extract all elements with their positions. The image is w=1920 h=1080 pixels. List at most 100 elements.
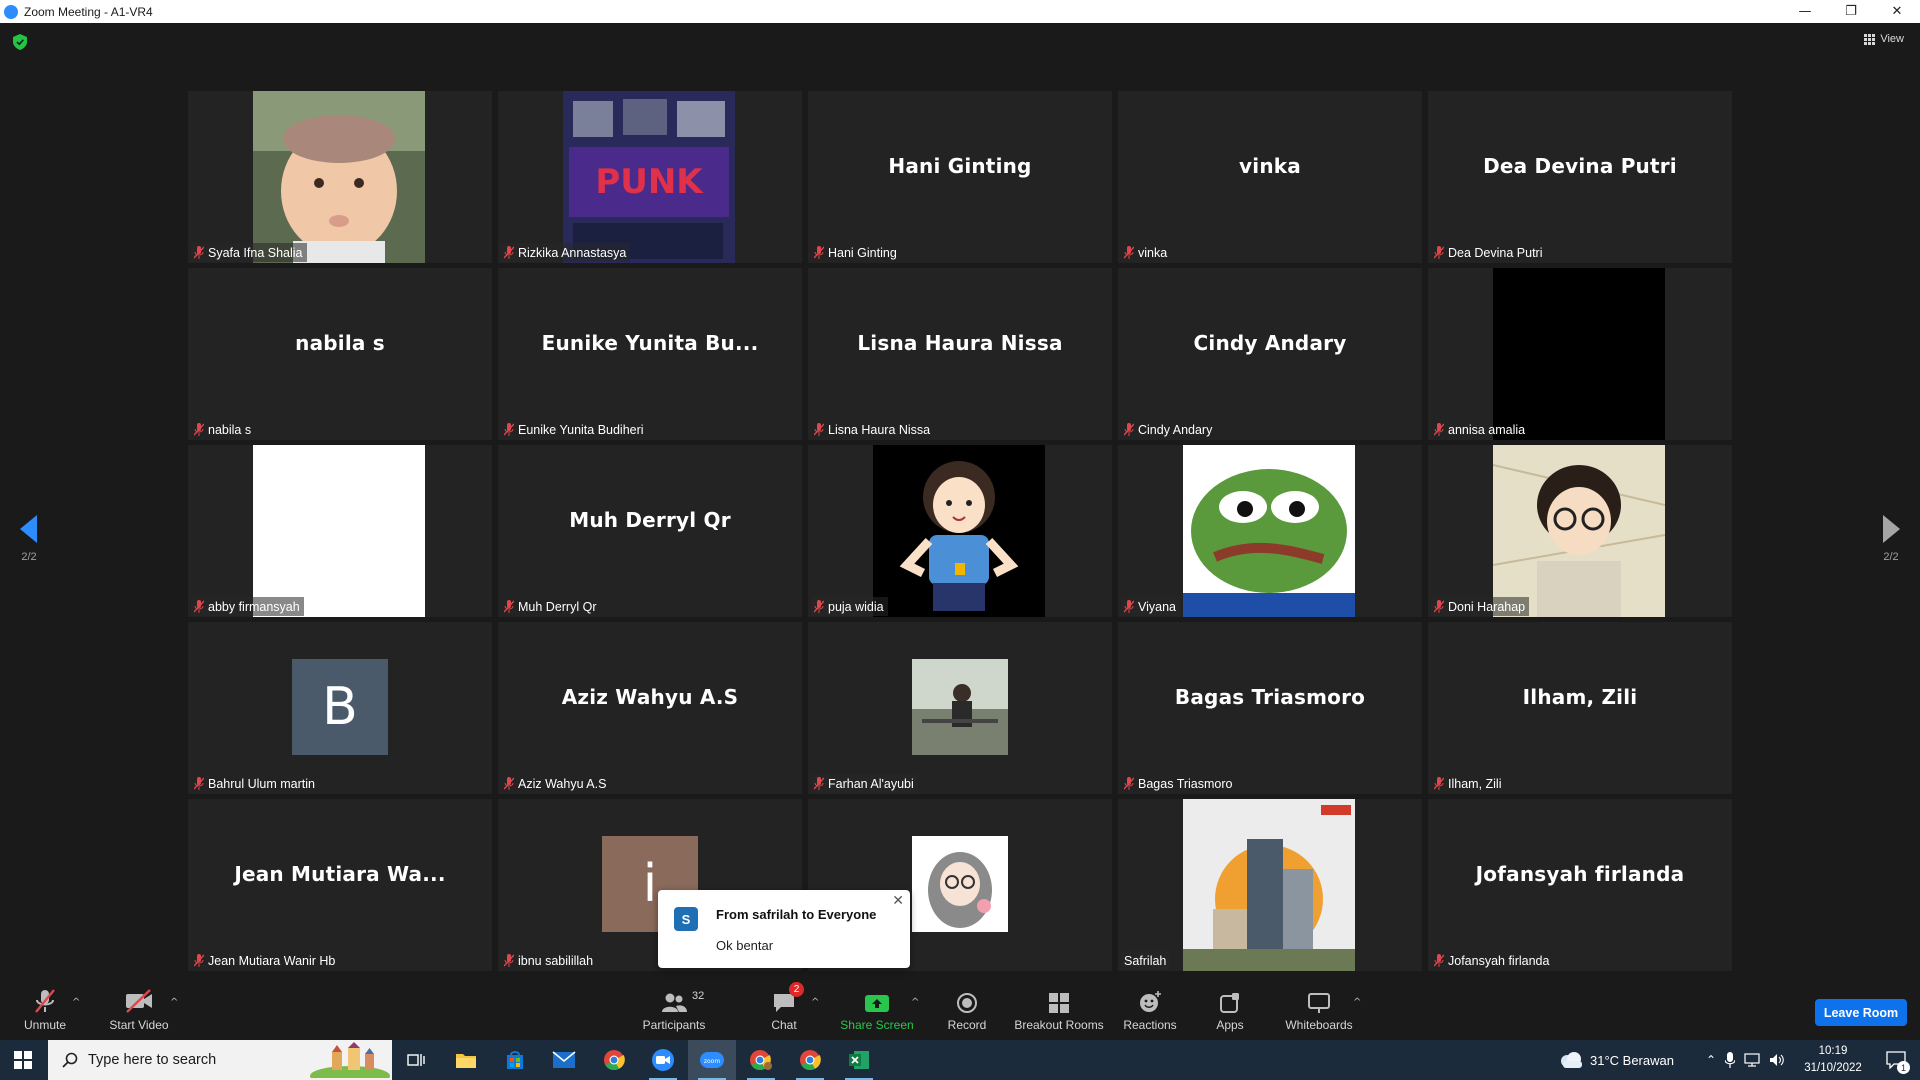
participant-tile[interactable]: Bagas Triasmoro Bagas Triasmoro <box>1118 622 1422 794</box>
task-view-button[interactable] <box>392 1040 440 1080</box>
taskbar-clock[interactable]: 10:19 31/10/2022 <box>1803 1043 1863 1077</box>
reactions-button[interactable]: Reactions <box>1121 980 1179 1040</box>
microphone-tray-icon[interactable] <box>1725 1052 1736 1068</box>
participant-tile[interactable]: Aziz Wahyu A.S Aziz Wahyu A.S <box>498 622 802 794</box>
chat-options-caret[interactable]: ^ <box>811 997 819 1008</box>
next-page-button[interactable]: 2/2 <box>1876 515 1906 563</box>
audio-options-caret[interactable]: ^ <box>72 997 80 1008</box>
minimize-button[interactable]: — <box>1782 0 1828 23</box>
participant-tile[interactable]: nabila s nabila s <box>188 268 492 440</box>
participant-tile[interactable]: vinka vinka <box>1118 91 1422 263</box>
participant-tile[interactable]: Dea Devina Putri Dea Devina Putri <box>1428 91 1732 263</box>
taskbar-search[interactable]: Type here to search <box>48 1040 392 1080</box>
participant-name-label: Hani Ginting <box>811 243 901 262</box>
participant-name: abby firmansyah <box>208 599 300 614</box>
video-off-icon <box>126 989 152 1013</box>
page-indicator-left: 2/2 <box>21 551 37 563</box>
participant-tile[interactable]: PUNK Rizkika Annastasya <box>498 91 802 263</box>
security-shield-icon[interactable] <box>13 34 27 50</box>
participant-name-label: Rizkika Annastasya <box>501 243 631 262</box>
chat-notification[interactable]: ✕ S From safrilah to Everyone Ok bentar <box>658 890 910 968</box>
participant-name: Syafa Ifna Shalia <box>208 245 303 260</box>
share-screen-button[interactable]: Share Screen <box>840 980 914 1040</box>
participant-tile[interactable]: abby firmansyah <box>188 445 492 617</box>
start-video-label: Start Video <box>109 1018 169 1032</box>
store-button[interactable] <box>491 1040 539 1080</box>
mic-muted-icon <box>1434 246 1444 259</box>
participant-tile[interactable]: puja widia <box>808 445 1112 617</box>
participant-name-label: Aziz Wahyu A.S <box>501 774 610 793</box>
participant-display-name: vinka <box>1239 154 1301 178</box>
volume-icon[interactable] <box>1769 1053 1785 1067</box>
participant-tile[interactable]: Hani Ginting Hani Ginting <box>808 91 1112 263</box>
participant-tile[interactable]: Syafa Ifna Shalia <box>188 91 492 263</box>
participant-tile[interactable]: B Bahrul Ulum martin <box>188 622 492 794</box>
view-button[interactable]: View <box>1864 33 1904 45</box>
participant-tile[interactable]: Cindy Andary Cindy Andary <box>1118 268 1422 440</box>
mail-button[interactable] <box>540 1040 588 1080</box>
excel-button[interactable] <box>835 1040 883 1080</box>
view-label: View <box>1880 33 1904 45</box>
participant-tile[interactable]: Muh Derryl Qr Muh Derryl Qr <box>498 445 802 617</box>
maximize-button[interactable]: ❐ <box>1828 0 1874 23</box>
participant-name: Bahrul Ulum martin <box>208 776 315 791</box>
file-explorer-button[interactable] <box>442 1040 490 1080</box>
participant-name-label: vinka <box>1121 243 1171 262</box>
share-options-caret[interactable]: ^ <box>911 997 919 1008</box>
tray-expand-icon[interactable]: ⌃ <box>1706 1053 1716 1067</box>
participant-tile[interactable]: Eunike Yunita Bu... Eunike Yunita Budiher… <box>498 268 802 440</box>
prev-page-button[interactable]: 2/2 <box>14 515 44 563</box>
participants-icon <box>662 993 687 1012</box>
participant-name: Jofansyah firlanda <box>1448 953 1550 968</box>
video-options-caret[interactable]: ^ <box>170 997 178 1008</box>
participant-tile[interactable]: Jofansyah firlanda Jofansyah firlanda <box>1428 799 1732 971</box>
chrome-profile-icon <box>750 1050 772 1071</box>
participant-tile[interactable]: Doni Harahap <box>1428 445 1732 617</box>
reactions-label: Reactions <box>1123 1018 1177 1032</box>
participant-name-label: Farhan Al'ayubi <box>811 774 918 793</box>
mic-muted-icon <box>504 423 514 436</box>
participant-tile[interactable]: Viyana <box>1118 445 1422 617</box>
chrome-button[interactable] <box>590 1040 638 1080</box>
chrome-profile-button[interactable] <box>737 1040 785 1080</box>
task-view-icon <box>407 1054 425 1066</box>
unmute-button[interactable]: Unmute <box>20 980 70 1040</box>
start-video-button[interactable]: Start Video <box>105 980 173 1040</box>
participant-name-label: annisa amalia <box>1431 420 1529 439</box>
participant-tile[interactable]: Jean Mutiara Wa... Jean Mutiara Wanir Hb <box>188 799 492 971</box>
breakout-rooms-button[interactable]: Breakout Rooms <box>1012 980 1106 1040</box>
network-icon[interactable] <box>1744 1053 1760 1067</box>
participant-tile[interactable]: annisa amalia <box>1428 268 1732 440</box>
whiteboards-options-caret[interactable]: ^ <box>1353 997 1361 1008</box>
chat-button[interactable]: 2 Chat <box>764 980 804 1040</box>
zoom-taskbar-1-button[interactable] <box>639 1040 687 1080</box>
participant-name: ibnu sabilillah <box>518 953 594 968</box>
participant-name: Hani Ginting <box>828 245 897 260</box>
page-indicator-right: 2/2 <box>1883 551 1899 563</box>
svg-text:PUNK: PUNK <box>595 162 704 202</box>
participant-name: Doni Harahap <box>1448 599 1526 614</box>
participants-count: 32 <box>692 990 705 1002</box>
participant-tile[interactable]: Farhan Al'ayubi <box>808 622 1112 794</box>
share-screen-label: Share Screen <box>840 1018 914 1032</box>
participant-tile[interactable]: Ilham, Zili Ilham, Zili <box>1428 622 1732 794</box>
participant-display-name: Hani Ginting <box>888 154 1032 178</box>
participant-photo <box>912 659 1008 755</box>
whiteboards-button[interactable]: Whiteboards <box>1282 980 1356 1040</box>
participant-tile[interactable]: Lisna Haura Nissa Lisna Haura Nissa <box>808 268 1112 440</box>
weather-widget[interactable]: 31°C Berawan <box>1558 1040 1674 1080</box>
apps-button[interactable]: Apps <box>1210 980 1250 1040</box>
start-button[interactable] <box>0 1040 46 1080</box>
record-button[interactable]: Record <box>946 980 988 1040</box>
zoom-taskbar-2-button[interactable]: zoom <box>688 1040 736 1080</box>
participants-button[interactable]: 32 Participants <box>638 980 710 1040</box>
toast-close-icon[interactable]: ✕ <box>892 893 904 909</box>
leave-room-button[interactable]: Leave Room <box>1815 999 1907 1026</box>
close-button[interactable]: ✕ <box>1874 0 1920 23</box>
mic-muted-icon <box>1434 777 1444 790</box>
chrome-window-button[interactable] <box>786 1040 834 1080</box>
participant-tile[interactable]: Safrilah <box>1118 799 1422 971</box>
participant-display-name: Jean Mutiara Wa... <box>234 862 446 886</box>
participant-name: Jean Mutiara Wanir Hb <box>208 953 336 968</box>
action-center-button[interactable]: 1 <box>1872 1040 1920 1080</box>
